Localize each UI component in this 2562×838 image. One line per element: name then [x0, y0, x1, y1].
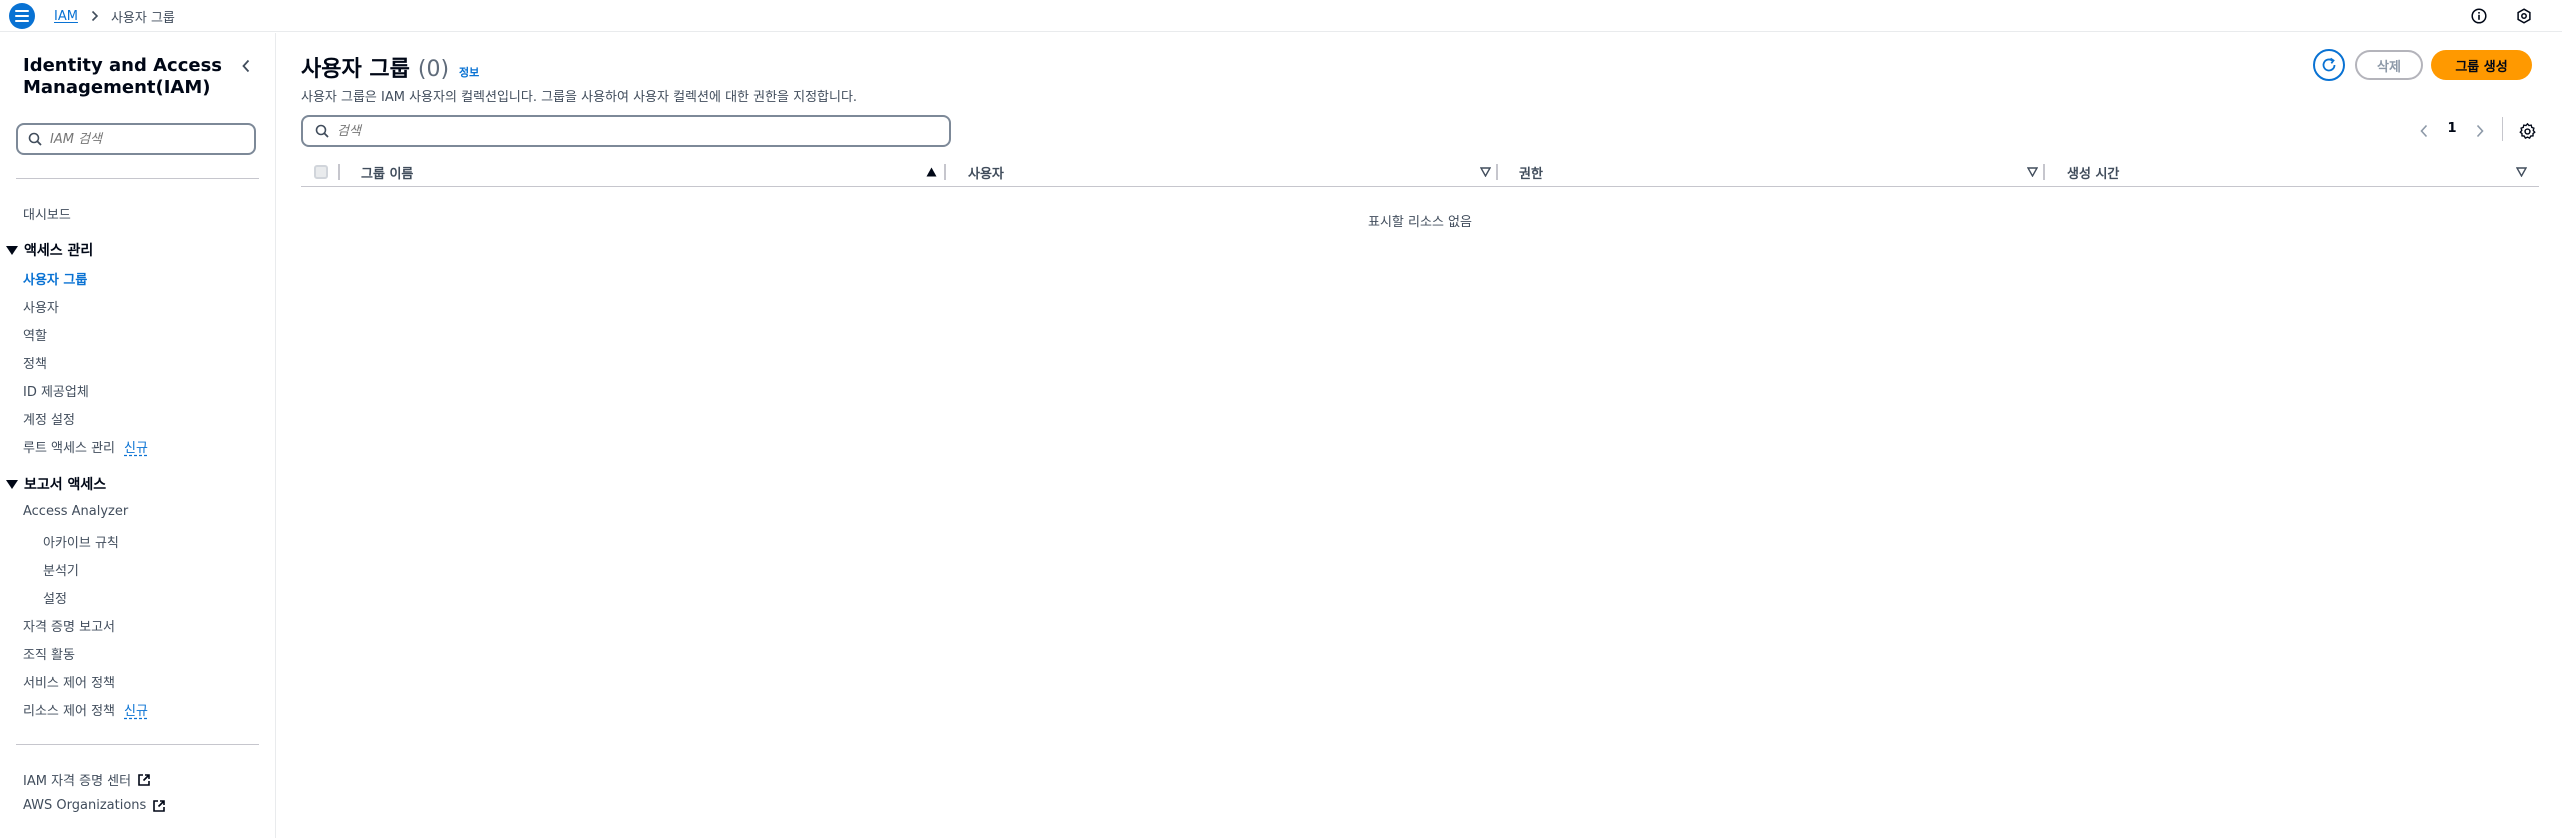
- sidebar-link-identity-center[interactable]: IAM 자격 증명 센터: [23, 770, 151, 789]
- sidebar-item-roles[interactable]: 역할: [23, 325, 47, 344]
- page-description: 사용자 그룹은 IAM 사용자의 컬렉션입니다. 그룹을 사용하여 사용자 컬렉…: [301, 90, 858, 105]
- sidebar-section-access-management[interactable]: 액세스 관리: [6, 240, 93, 260]
- sidebar-divider: [16, 744, 259, 745]
- info-link[interactable]: 정보: [459, 64, 479, 80]
- column-divider: [944, 164, 946, 180]
- select-all-checkbox[interactable]: [314, 165, 328, 179]
- sidebar-title: Identity and Access Management(IAM): [23, 55, 223, 98]
- create-group-button[interactable]: 그룹 생성: [2431, 50, 2532, 80]
- top-navigation-bar: IAM 사용자 그룹: [0, 0, 2562, 32]
- breadcrumb-current: 사용자 그룹: [110, 10, 175, 26]
- external-link-icon: [137, 773, 151, 787]
- next-page-button[interactable]: [2471, 122, 2489, 140]
- sidebar-item-users[interactable]: 사용자: [23, 297, 59, 316]
- sort-icon[interactable]: [2026, 166, 2038, 178]
- chevron-right-icon: [91, 10, 99, 22]
- group-count: (0): [417, 57, 450, 82]
- sidebar-item-analyzer-settings[interactable]: 설정: [43, 588, 67, 607]
- table-search-field[interactable]: [301, 115, 951, 147]
- column-header-permissions[interactable]: 권한: [1519, 163, 1543, 182]
- column-divider: [2043, 164, 2045, 180]
- new-badge: 신규: [124, 441, 148, 456]
- sort-ascending-icon[interactable]: [925, 166, 937, 178]
- sidebar-item-policies[interactable]: 정책: [23, 353, 47, 372]
- chevron-right-icon: [2476, 124, 2484, 138]
- sidebar-item-archive-rules[interactable]: 아카이브 규칙: [43, 532, 119, 551]
- external-link-icon: [152, 799, 166, 813]
- sidebar-item-root-access[interactable]: 루트 액세스 관리 신규: [23, 437, 148, 456]
- sidebar-section-label: 액세스 관리: [24, 243, 94, 259]
- sidebar-link-organizations[interactable]: AWS Organizations: [23, 798, 166, 813]
- search-icon: [315, 124, 329, 138]
- sidebar-item-identity-providers[interactable]: ID 제공업체: [23, 381, 89, 400]
- sidebar-item-rcp[interactable]: 리소스 제어 정책 신규: [23, 700, 148, 719]
- chevron-left-icon: [2420, 124, 2428, 138]
- sidebar-item-access-analyzer[interactable]: Access Analyzer: [23, 504, 128, 519]
- sidebar-item-dashboard[interactable]: 대시보드: [23, 204, 71, 223]
- column-divider: [1496, 164, 1498, 180]
- column-header-group-name[interactable]: 그룹 이름: [361, 163, 413, 182]
- pagination-divider: [2502, 117, 2503, 141]
- sidebar-section-reports-access[interactable]: 보고서 액세스: [6, 474, 106, 494]
- table-search-input[interactable]: [337, 123, 927, 139]
- hamburger-menu-button[interactable]: [9, 3, 35, 29]
- refresh-icon: [2322, 57, 2336, 72]
- table-header: 그룹 이름 사용자 권한 생성 시간: [301, 157, 2539, 187]
- sidebar-item-credential-report[interactable]: 자격 증명 보고서: [23, 616, 115, 635]
- column-divider: [338, 164, 340, 180]
- sidebar-item-label: AWS Organizations: [23, 798, 147, 813]
- gear-icon: [2518, 122, 2536, 139]
- sidebar-section-label: 보고서 액세스: [24, 477, 107, 493]
- empty-state-message: 표시할 리소스 없음: [1368, 215, 1472, 230]
- sidebar-item-scp[interactable]: 서비스 제어 정책: [23, 672, 115, 691]
- chevron-left-icon: [242, 59, 250, 73]
- sidebar-search-field[interactable]: [16, 123, 256, 155]
- sidebar-item-label: IAM 자격 증명 센터: [23, 774, 132, 789]
- refresh-button[interactable]: [2313, 49, 2345, 81]
- column-header-created[interactable]: 생성 시간: [2067, 163, 2119, 182]
- info-circle-icon[interactable]: [2470, 7, 2488, 25]
- sort-icon[interactable]: [1479, 166, 1491, 178]
- breadcrumb: IAM 사용자 그룹: [54, 0, 175, 32]
- page-number[interactable]: 1: [2445, 121, 2459, 136]
- sidebar-item-org-activity[interactable]: 조직 활동: [23, 644, 75, 663]
- sidebar-item-account-settings[interactable]: 계정 설정: [23, 409, 75, 428]
- sidebar-item-label: 리소스 제어 정책: [23, 704, 115, 719]
- sidebar-close-button[interactable]: [237, 57, 255, 75]
- breadcrumb-iam-link[interactable]: IAM: [54, 9, 78, 24]
- caret-down-icon: [6, 479, 18, 489]
- new-badge: 신규: [124, 704, 148, 719]
- sidebar-item-user-groups[interactable]: 사용자 그룹: [23, 269, 87, 288]
- menu-icon: [15, 10, 29, 22]
- search-icon: [28, 132, 42, 146]
- side-navigation: Identity and Access Management(IAM) 대시보드…: [0, 33, 276, 838]
- sidebar-search-input[interactable]: [50, 131, 240, 147]
- settings-icon[interactable]: [2515, 7, 2533, 25]
- delete-button[interactable]: 삭제: [2355, 50, 2423, 80]
- sort-icon[interactable]: [2515, 166, 2527, 178]
- table-preferences-button[interactable]: [2517, 121, 2537, 141]
- previous-page-button[interactable]: [2415, 122, 2433, 140]
- page-title: 사용자 그룹: [301, 57, 410, 82]
- page-header: 사용자 그룹 (0) 정보: [301, 51, 479, 83]
- sidebar-item-analyzers[interactable]: 분석기: [43, 560, 79, 579]
- sidebar-divider: [16, 178, 259, 179]
- caret-down-icon: [6, 245, 18, 255]
- column-header-users[interactable]: 사용자: [968, 163, 1004, 182]
- sidebar-item-label: 루트 액세스 관리: [23, 441, 115, 456]
- main-content: 사용자 그룹 (0) 정보 사용자 그룹은 IAM 사용자의 컬렉션입니다. 그…: [277, 33, 2562, 838]
